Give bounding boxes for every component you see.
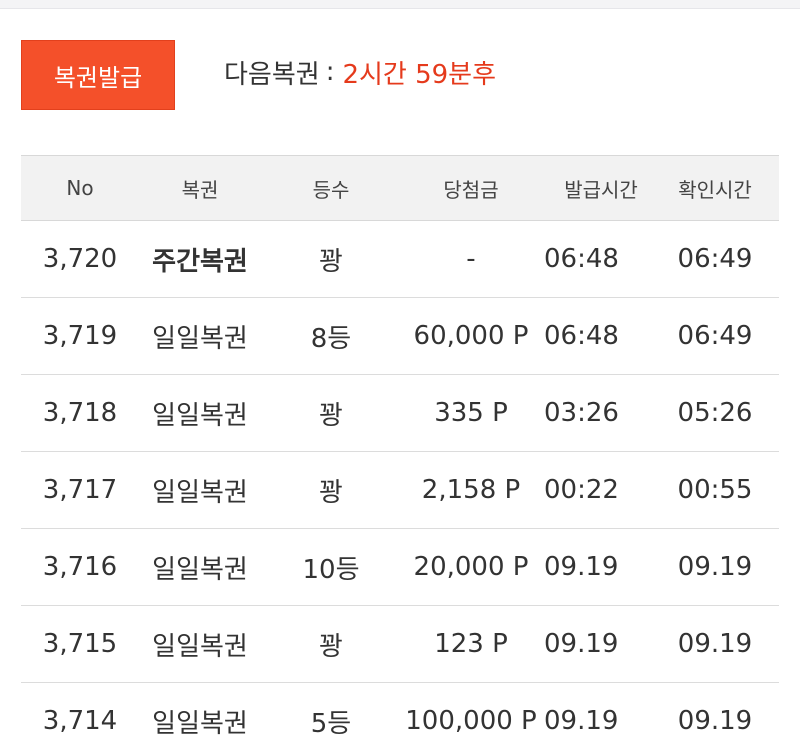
row-rank: 8등 [310,323,352,354]
row-checked: 09.19 [677,706,753,736]
row-rank: 꽝 [319,246,343,277]
column-header-rank: 등수 [312,177,350,202]
row-no: 3,717 [42,475,118,505]
row-prize: 100,000 P [405,706,537,736]
row-lottery: 일일복권 [152,477,248,508]
row-rank: 꽝 [319,631,343,662]
table-row: 3,718 일일복권 꽝 335 P 03:26 05:26 [21,375,779,452]
row-prize: 123 P [434,629,508,659]
row-prize: 335 P [434,398,508,428]
row-no: 3,714 [42,706,118,736]
column-header-no: No [66,176,94,200]
row-issued: 00:22 [544,475,619,505]
row-issued: 09.19 [544,552,619,582]
row-no: 3,716 [42,552,118,582]
row-prize: 20,000 P [413,552,529,582]
row-issued: 06:48 [544,321,619,351]
row-rank: 5등 [310,708,352,739]
table-row: 3,715 일일복권 꽝 123 P 09.19 09.19 [21,606,779,683]
row-checked: 05:26 [677,398,753,428]
row-rank: 꽝 [319,477,343,508]
table-row: 3,719 일일복권 8등 60,000 P 06:48 06:49 [21,298,779,375]
row-issued: 03:26 [544,398,619,428]
row-issued: 06:48 [544,244,619,274]
row-checked: 09.19 [677,552,753,582]
column-header-issued: 발급시간 [564,177,638,202]
row-lottery: 일일복권 [152,400,248,431]
row-no: 3,719 [42,321,118,351]
row-issued: 09.19 [544,706,619,736]
row-no: 3,720 [42,244,118,274]
table-row: 3,716 일일복권 10등 20,000 P 09.19 09.19 [21,529,779,606]
row-lottery: 일일복권 [152,631,248,662]
column-header-checked: 확인시간 [678,177,752,202]
table-row: 3,714 일일복권 5등 100,000 P 09.19 09.19 [21,683,779,749]
row-prize: 60,000 P [413,321,529,351]
row-lottery: 일일복권 [152,708,248,739]
row-checked: 06:49 [677,321,753,351]
row-lottery: 일일복권 [152,323,248,354]
next-lottery-colon: : [325,57,335,87]
row-rank: 꽝 [319,400,343,431]
row-no: 3,715 [42,629,118,659]
row-no: 3,718 [42,398,118,428]
table-row: 3,717 일일복권 꽝 2,158 P 00:22 00:55 [21,452,779,529]
row-lottery: 일일복권 [152,554,248,585]
lottery-page: 복권발급 다음복권 : 2시간 59분후 No 복권 등수 당첨금 발급시간 확… [0,0,800,749]
table-header-row: No 복권 등수 당첨금 발급시간 확인시간 [21,155,779,221]
column-header-lottery: 복권 [181,177,219,202]
row-lottery: 주간복권 [152,246,248,277]
next-lottery-label: 다음복권 [224,59,320,90]
row-checked: 00:55 [677,475,753,505]
top-strip [0,0,800,9]
row-prize: - [466,244,476,274]
issue-lottery-button[interactable]: 복권발급 [21,40,175,110]
row-issued: 09.19 [544,629,619,659]
next-lottery-time: 2시간 59분후 [342,59,497,90]
row-prize: 2,158 P [421,475,521,505]
row-checked: 06:49 [677,244,753,274]
row-checked: 09.19 [677,629,753,659]
next-lottery-info: 다음복권 : 2시간 59분후 [224,52,496,92]
column-header-prize: 당첨금 [443,177,499,202]
table-row: 3,720 주간복권 꽝 - 06:48 06:49 [21,221,779,298]
lottery-history-table: No 복권 등수 당첨금 발급시간 확인시간 3,720 주간복권 꽝 - 06… [21,155,779,749]
row-rank: 10등 [302,554,360,585]
